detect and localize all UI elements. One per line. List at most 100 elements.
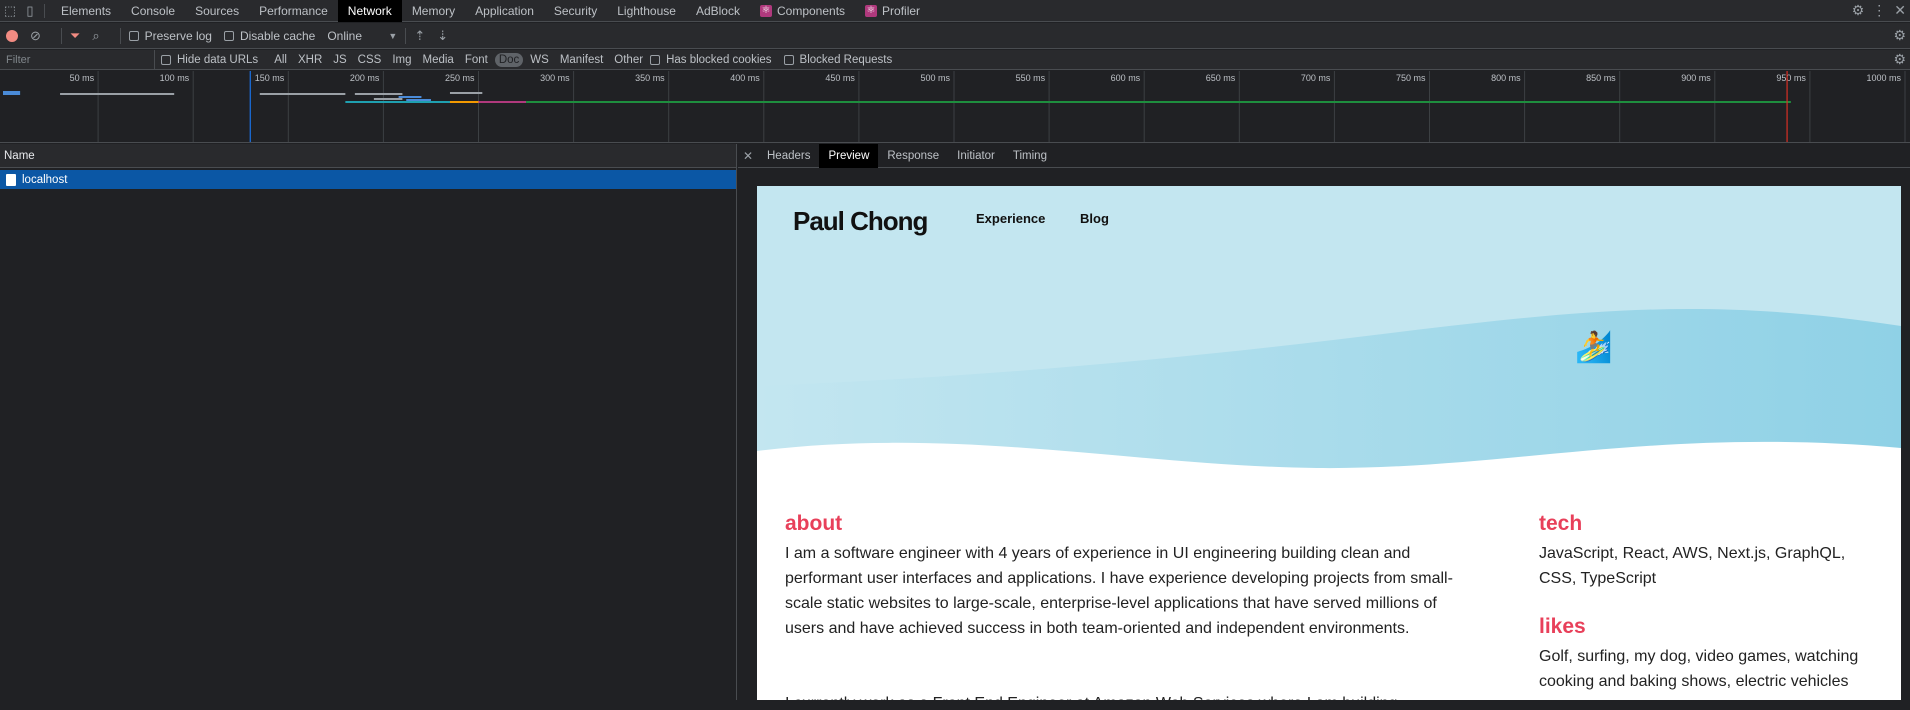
filter-type-img[interactable]: Img xyxy=(388,53,415,67)
inspect-element-icon[interactable]: ⬚ xyxy=(0,0,20,22)
surfer-emoji: 🏄 xyxy=(1575,331,1613,364)
filter-type-ws[interactable]: WS xyxy=(526,53,553,67)
network-overview-timeline[interactable]: 50 ms 100 ms 150 ms 200 ms 250 ms 300 ms 350 m… xyxy=(0,71,1910,143)
nav-experience[interactable]: Experience xyxy=(976,211,1045,226)
tab-network[interactable]: Network xyxy=(337,0,402,22)
more-options-icon[interactable]: ⋮ xyxy=(1872,2,1886,19)
tab-preview[interactable]: Preview xyxy=(819,143,879,168)
tab-components-label: Components xyxy=(776,3,846,18)
tab-profiler-label: Profiler xyxy=(882,3,921,18)
html-preview: Paul Chong Experience Blog 🏄 about I am … xyxy=(757,186,1901,700)
network-settings-gear-icon[interactable]: ⚙ xyxy=(1893,27,1906,44)
record-button[interactable] xyxy=(6,29,18,42)
filter-type-other[interactable]: Other xyxy=(610,53,647,67)
tab-memory[interactable]: Memory xyxy=(402,0,465,22)
filter-type-font[interactable]: Font xyxy=(461,53,492,67)
timeline-tick-label: 850 ms xyxy=(1586,73,1616,83)
tab-console[interactable]: Console xyxy=(121,0,185,22)
blocked-requests-label: Blocked Requests xyxy=(799,53,893,66)
about-line: performant user interfaces and applicati… xyxy=(785,570,1453,587)
toolbar-separator xyxy=(60,27,62,44)
tab-lighthouse[interactable]: Lighthouse xyxy=(607,0,686,22)
tab-adblock[interactable]: AdBlock xyxy=(686,0,750,22)
close-devtools-icon[interactable]: ✕ xyxy=(1894,2,1906,19)
tab-security[interactable]: Security xyxy=(544,0,607,22)
tech-heading: tech xyxy=(1539,512,1583,535)
likes-line: cooking and baking shows, electric vehic… xyxy=(1539,673,1849,690)
checkbox-box xyxy=(128,30,139,41)
tab-initiator[interactable]: Initiator xyxy=(948,144,1004,168)
filter-icon[interactable]: ⏷ xyxy=(70,28,80,44)
filter-type-js[interactable]: JS xyxy=(329,53,350,67)
filter-type-all[interactable]: All xyxy=(270,53,291,67)
timeline-request-bar xyxy=(60,93,175,95)
timeline-tick-label: 800 ms xyxy=(1491,73,1521,83)
device-toolbar-icon[interactable]: ▯ xyxy=(20,0,40,22)
timeline-tick-label: 500 ms xyxy=(920,73,950,83)
settings-gear-icon[interactable]: ⚙ xyxy=(1852,2,1865,19)
timeline-request-bar xyxy=(398,96,422,98)
devtools-window: ⬚ ▯ Elements Console Sources Performance… xyxy=(0,0,1910,710)
tab-response[interactable]: Response xyxy=(878,144,948,168)
timeline-request-bar xyxy=(259,93,346,95)
tab-elements[interactable]: Elements xyxy=(51,0,121,22)
about-line: I am a software engineer with 4 years of… xyxy=(785,545,1411,562)
disable-cache-checkbox[interactable]: Disable cache xyxy=(223,29,315,43)
checkbox-box xyxy=(161,54,171,65)
timeline-tick-label: 950 ms xyxy=(1776,73,1806,83)
filter-type-manifest[interactable]: Manifest xyxy=(556,53,607,67)
timeline-request-bar xyxy=(354,93,403,95)
filter-settings-gear-icon[interactable]: ⚙ xyxy=(1893,51,1906,68)
network-toolbar: ⊘ ⏷ ⌕ Preserve log Disable cache Online ▼… xyxy=(0,23,1910,49)
export-har-icon[interactable]: ⇣ xyxy=(437,28,448,44)
timeline-tick-label: 300 ms xyxy=(540,73,570,83)
network-filter-bar: Filter Hide data URLs All XHR JS CSS Img Medi… xyxy=(0,49,1910,70)
tab-headers[interactable]: Headers xyxy=(758,144,819,168)
filter-type-css[interactable]: CSS xyxy=(354,53,386,67)
filter-type-xhr[interactable]: XHR xyxy=(294,53,326,67)
close-details-icon[interactable]: ✕ xyxy=(738,149,758,163)
tab-sources[interactable]: Sources xyxy=(185,0,249,22)
tab-timing[interactable]: Timing xyxy=(1004,144,1056,168)
clear-icon[interactable]: ⊘ xyxy=(30,28,41,44)
timeline-request-bar xyxy=(406,99,431,101)
search-icon[interactable]: ⌕ xyxy=(92,28,99,44)
likes-line: Golf, surfing, my dog, video games, watc… xyxy=(1539,648,1859,665)
nav-blog[interactable]: Blog xyxy=(1080,211,1109,226)
filter-type-media[interactable]: Media xyxy=(419,53,458,67)
timeline-tick-label: 450 ms xyxy=(825,73,855,83)
hero-section: Paul Chong Experience Blog 🏄 xyxy=(757,186,1901,486)
tech-line: JavaScript, React, AWS, Next.js, GraphQL… xyxy=(1539,545,1846,562)
has-blocked-cookies-checkbox[interactable]: Has blocked cookies xyxy=(650,54,772,66)
hide-data-urls-checkbox[interactable]: Hide data URLs xyxy=(161,54,258,66)
checkbox-box xyxy=(223,30,234,41)
checkbox-box xyxy=(783,54,794,65)
react-icon: ⚛ xyxy=(865,4,878,17)
tech-line: CSS, TypeScript xyxy=(1539,570,1657,587)
request-row[interactable]: localhost xyxy=(0,170,736,189)
filter-input[interactable]: Filter xyxy=(0,49,155,70)
import-har-icon[interactable]: ⇡ xyxy=(414,28,425,44)
column-header-name[interactable]: Name xyxy=(0,144,736,168)
filter-type-doc[interactable]: Doc xyxy=(494,52,524,67)
react-icon: ⚛ xyxy=(759,4,772,17)
likes-heading: likes xyxy=(1539,615,1586,638)
tab-performance[interactable]: Performance xyxy=(249,0,338,22)
timeline-tick-label: 650 ms xyxy=(1206,73,1236,83)
dropdown-arrow-icon: ▼ xyxy=(388,30,398,41)
tab-components[interactable]: ⚛ Components xyxy=(750,0,855,22)
timeline-request-bar xyxy=(478,101,527,103)
devtools-tab-bar: ⬚ ▯ Elements Console Sources Performance… xyxy=(0,0,1910,22)
site-logo[interactable]: Paul Chong xyxy=(793,206,928,237)
about-heading: about xyxy=(785,512,843,535)
timeline-tick-label: 200 ms xyxy=(350,73,380,83)
timeline-tick-label: 600 ms xyxy=(1111,73,1141,83)
preserve-log-checkbox[interactable]: Preserve log xyxy=(128,29,212,43)
likes-paragraph: Golf, surfing, my dog, video games, watc… xyxy=(1539,644,1889,694)
tab-separator xyxy=(44,3,45,18)
request-list-pane: Name localhost xyxy=(0,144,737,700)
throttling-select[interactable]: Online ▼ xyxy=(327,29,397,43)
tab-application[interactable]: Application xyxy=(465,0,544,22)
tab-profiler[interactable]: ⚛ Profiler xyxy=(855,0,930,22)
blocked-requests-checkbox[interactable]: Blocked Requests xyxy=(783,53,893,66)
